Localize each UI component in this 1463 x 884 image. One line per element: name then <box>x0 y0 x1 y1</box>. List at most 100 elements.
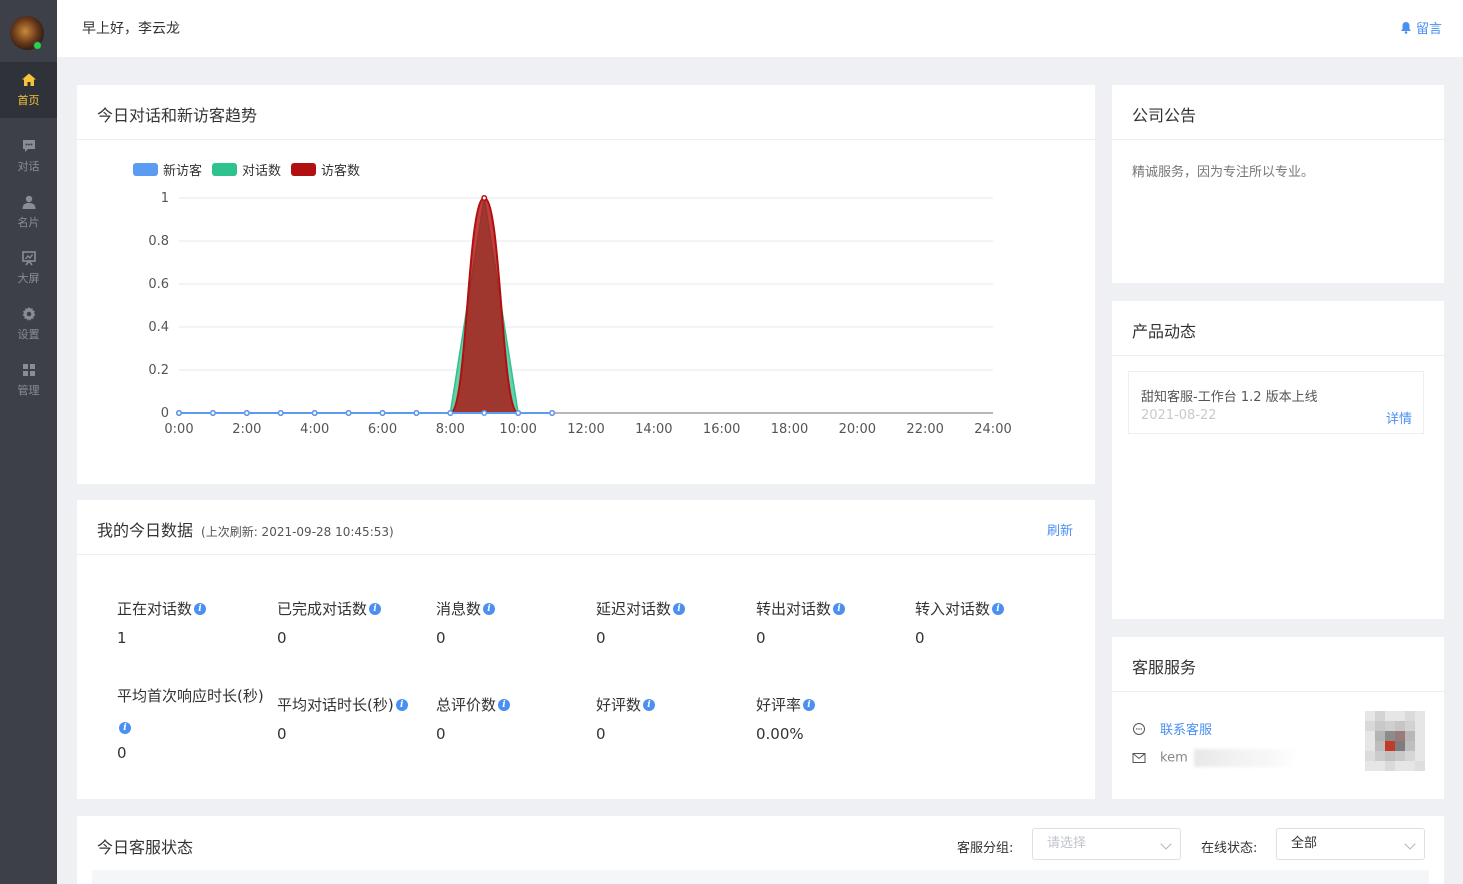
sidebar-item-home[interactable]: 首页 <box>0 62 57 118</box>
product-card: 产品动态 甜知客服-工作台 1.2 版本上线 2021-08-22 详情 <box>1112 301 1444 619</box>
refresh-button[interactable]: 刷新 <box>1047 520 1073 539</box>
email-partial: kem <box>1160 750 1188 766</box>
group-filter-label: 客服分组: <box>957 841 1014 856</box>
divider <box>1112 355 1444 356</box>
stat-label: 总评价数 <box>436 696 497 714</box>
contact-service-link[interactable]: 联系客服 <box>1160 719 1212 738</box>
service-title: 客服服务 <box>1132 658 1197 677</box>
y-tick-label: 1 <box>161 191 169 206</box>
sidebar-item-manage[interactable]: 管理 <box>0 352 57 408</box>
stat-value: 0 <box>277 725 287 743</box>
divider <box>77 554 1095 555</box>
info-icon[interactable]: i <box>643 698 656 711</box>
stat-label: 正在对话数 <box>117 600 193 618</box>
stat-value: 0 <box>117 744 127 762</box>
stat-delayed-conversations: 延迟对话数 i 0 <box>596 598 686 647</box>
user-card-icon <box>22 195 35 209</box>
sidebar-item-screen[interactable]: 大屏 <box>0 240 57 296</box>
x-tick-label: 20:00 <box>839 422 876 437</box>
x-tick-label: 0:00 <box>164 422 193 437</box>
stat-avg-first-response: 平均首次响应时长(秒) i 0 <box>117 682 277 762</box>
home-icon <box>21 73 36 86</box>
x-tick-label: 14:00 <box>635 422 672 437</box>
mail-icon <box>1132 753 1146 763</box>
stat-active-conversations: 正在对话数 i 1 <box>117 598 207 647</box>
info-icon[interactable]: i <box>992 602 1005 615</box>
stat-messages: 消息数 i 0 <box>436 598 496 647</box>
info-icon[interactable]: i <box>483 602 496 615</box>
x-tick-label: 22:00 <box>906 422 943 437</box>
trend-card: 今日对话和新访客趋势 新访客 对话数 访客数 1 0.8 0.6 0.4 0.2 0 0:0… <box>77 85 1095 484</box>
chat-icon <box>22 140 35 152</box>
info-icon[interactable]: i <box>803 698 816 711</box>
stat-label: 已完成对话数 <box>277 600 368 618</box>
stat-transferred-in: 转入对话数 i 0 <box>915 598 1005 647</box>
info-icon[interactable]: i <box>673 602 686 615</box>
status-card: 今日客服状态 客服分组: 请选择 在线状态: 全部 <box>77 816 1444 884</box>
sidebar-item-settings[interactable]: 设置 <box>0 296 57 352</box>
data-point <box>311 410 318 416</box>
stat-label: 平均首次响应时长(秒) <box>117 687 264 705</box>
bell-icon <box>1400 22 1411 34</box>
sidebar-item-chat[interactable]: 对话 <box>0 128 57 184</box>
product-update-item: 甜知客服-工作台 1.2 版本上线 2021-08-22 详情 <box>1128 371 1424 434</box>
info-icon[interactable]: i <box>194 602 207 615</box>
stat-value: 0 <box>436 725 446 743</box>
today-data-card: 我的今日数据 (上次刷新: 2021-09-28 10:45:53) 刷新 正在… <box>77 500 1095 799</box>
data-point <box>515 410 522 416</box>
stat-transferred-out: 转出对话数 i 0 <box>756 598 846 647</box>
online-status-select[interactable]: 全部 <box>1276 828 1425 860</box>
y-tick-label: 0.4 <box>148 320 169 335</box>
data-point <box>176 410 182 416</box>
sidebar-item-label: 首页 <box>17 94 40 107</box>
contact-service-row[interactable]: 联系客服 <box>1132 719 1212 738</box>
stat-value: 1 <box>117 629 127 647</box>
info-icon[interactable]: i <box>369 602 382 615</box>
stat-avg-duration: 平均对话时长(秒) i 0 <box>277 694 408 743</box>
notice-card: 公司公告 精诚服务，因为专注所以专业。 <box>1112 85 1444 283</box>
x-tick-label: 12:00 <box>567 422 604 437</box>
info-icon[interactable]: i <box>395 698 408 711</box>
screen-icon <box>21 251 36 266</box>
product-update-title: 甜知客服-工作台 1.2 版本上线 <box>1141 390 1318 405</box>
x-tick-label: 4:00 <box>300 422 329 437</box>
message-button[interactable]: 留言 <box>1400 18 1442 37</box>
info-icon[interactable]: i <box>119 722 131 734</box>
data-point <box>481 410 488 416</box>
y-tick-label: 0.8 <box>148 234 169 249</box>
group-select[interactable]: 请选择 <box>1032 828 1181 860</box>
gear-icon <box>22 307 35 321</box>
x-tick-label: 2:00 <box>232 422 261 437</box>
product-detail-link[interactable]: 详情 <box>1386 408 1412 427</box>
sidebar-item-label: 设置 <box>17 328 40 341</box>
sidebar-item-label: 管理 <box>17 384 40 397</box>
stat-value: 0 <box>277 629 287 647</box>
info-icon[interactable]: i <box>498 698 511 711</box>
divider <box>1112 691 1444 692</box>
stat-value: 0 <box>756 629 766 647</box>
sidebar-item-card[interactable]: 名片 <box>0 184 57 240</box>
stat-completed-conversations: 已完成对话数 i 0 <box>277 598 382 647</box>
chat-bubble-icon <box>1133 722 1145 735</box>
stat-good-rate: 好评率 i 0.00% <box>756 694 816 743</box>
y-tick-label: 0.6 <box>148 277 169 292</box>
stat-label: 转入对话数 <box>915 600 991 618</box>
stat-label: 消息数 <box>436 600 482 618</box>
data-point <box>277 410 284 416</box>
stat-total-ratings: 总评价数 i 0 <box>436 694 511 743</box>
x-tick-label: 24:00 <box>974 422 1011 437</box>
refresh-time: (上次刷新: 2021-09-28 10:45:53) <box>201 525 394 539</box>
data-point <box>243 410 250 416</box>
notice-title: 公司公告 <box>1132 106 1197 125</box>
data-point <box>549 410 556 416</box>
x-tick-label: 8:00 <box>436 422 465 437</box>
stat-good-ratings: 好评数 i 0 <box>596 694 656 743</box>
x-tick-label: 10:00 <box>499 422 536 437</box>
data-point <box>345 410 352 416</box>
sidebar-item-label: 名片 <box>17 216 40 229</box>
data-point <box>209 410 216 416</box>
grid-icon <box>22 364 35 376</box>
data-point <box>481 195 488 201</box>
info-icon[interactable]: i <box>833 602 846 615</box>
today-header: 我的今日数据 (上次刷新: 2021-09-28 10:45:53) <box>97 517 394 541</box>
